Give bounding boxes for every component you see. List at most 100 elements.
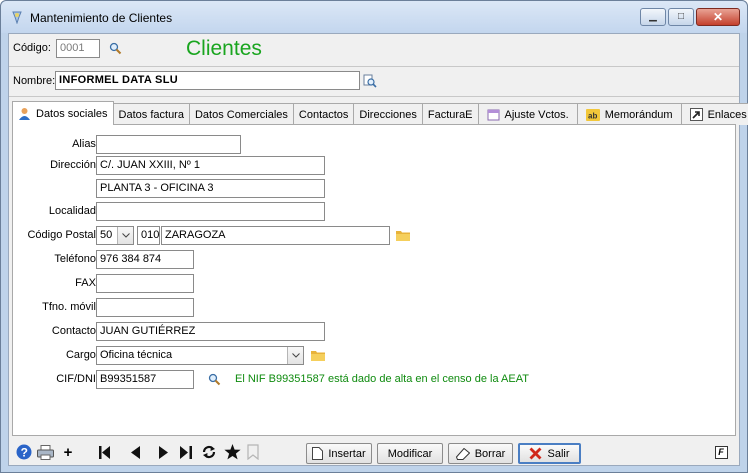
bookmark-icon[interactable] xyxy=(246,444,260,460)
cargo-value: Oficina técnica xyxy=(100,349,173,361)
tab-label: Ajuste Vctos. xyxy=(504,108,569,121)
help-icon[interactable]: ? xyxy=(16,444,32,460)
codigo-input[interactable]: 0001 xyxy=(56,39,100,58)
svg-text:ab: ab xyxy=(588,111,597,120)
codigo-label: Código: xyxy=(13,42,51,54)
borrar-button[interactable]: Borrar xyxy=(448,443,513,464)
window-title: Mantenimiento de Clientes xyxy=(30,11,173,25)
salir-label: Salir xyxy=(547,447,570,460)
localidad-input[interactable] xyxy=(96,202,325,221)
nombre-divider xyxy=(9,96,739,97)
folder-icon[interactable] xyxy=(396,230,410,241)
tab-datos-factura[interactable]: Datos factura xyxy=(112,103,190,125)
ab-icon: ab xyxy=(585,108,600,121)
alias-label: Alias: xyxy=(72,138,99,150)
maximize-icon: □ xyxy=(677,11,685,22)
maximize-button[interactable]: □ xyxy=(668,8,694,26)
codigo-postal-label: Código Postal: xyxy=(27,229,99,241)
tab-memorandum[interactable]: ab Memorándum xyxy=(576,103,682,125)
new-document-icon xyxy=(312,447,324,460)
tab-label: FacturaE xyxy=(427,108,473,121)
cif-input[interactable]: B99351587 xyxy=(96,370,194,389)
direccion-line1-input[interactable]: C/. JUAN XXIII, Nº 1 xyxy=(96,156,325,175)
contacto-label: Contacto: xyxy=(51,325,99,337)
tab-datos-comerciales[interactable]: Datos Comerciales xyxy=(188,103,294,125)
add-icon[interactable]: + xyxy=(62,444,74,461)
person-icon xyxy=(19,108,30,120)
nombre-input[interactable]: INFORMEL DATA SLU xyxy=(55,71,360,90)
movil-label: Tfno. móvil: xyxy=(42,301,99,313)
aeat-status-message: El NIF B99351587 está dado de alta en el… xyxy=(235,373,529,385)
nombre-label: Nombre: xyxy=(13,75,56,87)
star-icon[interactable] xyxy=(223,444,241,460)
chevron-down-icon[interactable] xyxy=(287,347,303,364)
tab-label: Direcciones xyxy=(359,108,417,121)
tab-direcciones[interactable]: Direcciones xyxy=(353,103,423,125)
minimize-button[interactable]: ▁ xyxy=(640,8,666,26)
insertar-button[interactable]: Insertar xyxy=(306,443,372,464)
cif-label: CIF/DNI: xyxy=(56,373,99,385)
close-icon: ✕ xyxy=(712,10,724,24)
contacto-input[interactable]: JUAN GUTIÉRREZ xyxy=(96,322,325,341)
header-divider xyxy=(9,66,739,67)
direccion-line2-input[interactable]: PLANTA 3 - OFICINA 3 xyxy=(96,179,325,198)
search-icon[interactable] xyxy=(109,42,122,55)
datos-sociales-panel: Alias: Dirección: C/. JUAN XXIII, Nº 1 P… xyxy=(12,124,736,436)
shortcut-icon xyxy=(689,108,703,121)
print-icon[interactable] xyxy=(37,444,54,460)
tab-label: Datos sociales xyxy=(36,107,108,120)
cargo-select[interactable]: Oficina técnica xyxy=(96,346,304,365)
direccion-label: Dirección: xyxy=(50,159,99,171)
eraser-icon xyxy=(455,447,470,460)
tab-contactos[interactable]: Contactos xyxy=(292,103,355,125)
document-search-icon[interactable] xyxy=(363,74,377,88)
tab-label: Datos factura xyxy=(118,108,184,121)
cp-number-input[interactable]: 010 xyxy=(137,226,160,245)
previous-record-icon[interactable] xyxy=(129,444,141,460)
alias-input[interactable] xyxy=(96,135,241,154)
localidad-label: Localidad: xyxy=(48,205,99,217)
bottom-toolbar: ? + Insertar Modificar Borrar Salir F xyxy=(9,438,739,466)
modificar-label: Modificar xyxy=(387,447,433,460)
tab-label: Memorándum xyxy=(604,108,673,121)
tab-ajuste-vctos[interactable]: Ajuste Vctos. xyxy=(477,103,578,125)
minimize-icon: ▁ xyxy=(649,11,657,22)
first-record-icon[interactable] xyxy=(98,444,112,460)
last-record-icon[interactable] xyxy=(179,444,193,460)
title-bar[interactable]: Mantenimiento de Clientes ▁ □ ✕ xyxy=(1,1,747,33)
movil-input[interactable] xyxy=(96,298,194,317)
tab-label: Contactos xyxy=(298,108,349,121)
facturae-badge-icon[interactable]: F xyxy=(714,444,728,460)
modificar-button[interactable]: Modificar xyxy=(377,443,443,464)
salir-button[interactable]: Salir xyxy=(518,443,581,464)
telefono-label: Teléfono: xyxy=(54,253,99,265)
app-window: Mantenimiento de Clientes ▁ □ ✕ Código: … xyxy=(0,0,748,473)
page-heading: Clientes xyxy=(186,37,262,60)
svg-text:?: ? xyxy=(21,446,28,460)
tab-strip: Datos sociales Datos factura Datos Comer… xyxy=(12,101,748,125)
fax-input[interactable] xyxy=(96,274,194,293)
cargo-label: Cargo: xyxy=(65,349,99,361)
chevron-down-icon[interactable] xyxy=(117,227,133,244)
next-record-icon[interactable] xyxy=(157,444,169,460)
folder-icon[interactable] xyxy=(311,350,325,361)
f-badge: F xyxy=(714,445,728,459)
insertar-label: Insertar xyxy=(328,447,366,460)
tab-label: Enlaces xyxy=(707,108,747,121)
cp-city-input[interactable]: ZARAGOZA xyxy=(161,226,390,245)
borrar-label: Borrar xyxy=(474,447,506,460)
client-area: Código: 0001 Clientes Nombre: INFORMEL D… xyxy=(8,33,748,466)
cp-province-select[interactable]: 50 xyxy=(96,226,134,245)
tab-facturae[interactable]: FacturaE xyxy=(421,103,479,125)
tab-enlaces[interactable]: Enlaces xyxy=(680,103,748,125)
tab-datos-sociales[interactable]: Datos sociales xyxy=(12,101,114,125)
close-window-button[interactable]: ✕ xyxy=(696,8,740,26)
cp-province-value: 50 xyxy=(100,229,113,241)
app-icon xyxy=(12,11,22,24)
refresh-icon[interactable] xyxy=(201,444,217,460)
calendar-icon xyxy=(487,109,500,121)
search-icon[interactable] xyxy=(208,373,221,386)
tab-label: Datos Comerciales xyxy=(194,108,288,121)
close-icon xyxy=(529,447,542,460)
telefono-input[interactable]: 976 384 874 xyxy=(96,250,194,269)
